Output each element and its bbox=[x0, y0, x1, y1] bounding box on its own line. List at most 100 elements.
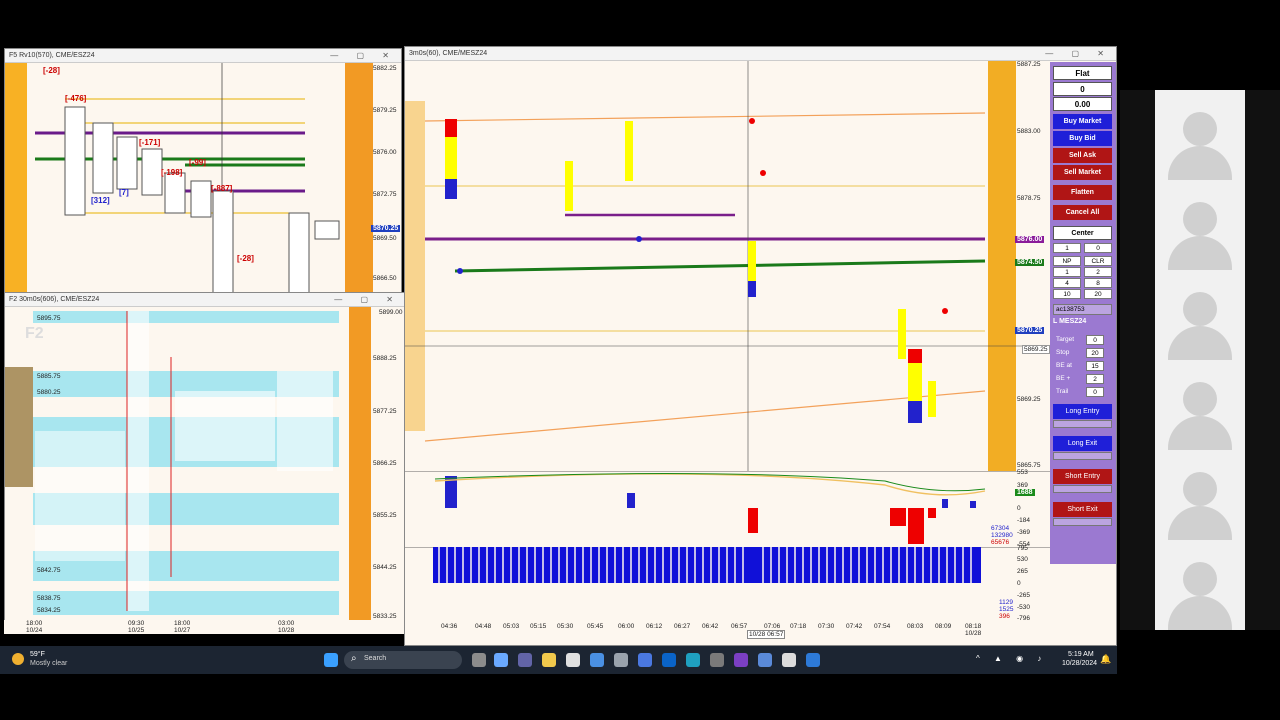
t-0503: 05:03 bbox=[503, 623, 520, 630]
participant-avatar-4 bbox=[1155, 360, 1245, 450]
ind2-scale-4: 0 bbox=[1017, 580, 1021, 587]
fp-price-5: 5869.50 bbox=[373, 235, 397, 242]
main-chart-window[interactable]: 3m0s(60), CME/MESZ24 — ▢ ✕ 5887.25 5883.0… bbox=[404, 46, 1117, 646]
main-titlebar[interactable]: 3m0s(60), CME/MESZ24 — ▢ ✕ bbox=[405, 47, 1116, 61]
ind1-val-4: 65676 bbox=[991, 539, 1010, 546]
clr-button[interactable]: CLR bbox=[1084, 256, 1112, 266]
visual-studio-icon[interactable] bbox=[734, 653, 748, 667]
qty-preset-20[interactable]: 20 bbox=[1084, 289, 1112, 299]
footprint-titlebar[interactable]: F5 Rv10(570), CME/ESZ24 — ▢ ✕ bbox=[5, 49, 401, 63]
np-button[interactable]: NP bbox=[1053, 256, 1081, 266]
profile-titlebar[interactable]: F2 30m0s(606), CME/ESZ24 — ▢ ✕ bbox=[5, 293, 405, 307]
edge-icon[interactable] bbox=[686, 653, 700, 667]
window-controls[interactable]: — ▢ ✕ bbox=[330, 49, 397, 63]
footprint-chart[interactable]: [-28] [-476] [-171] [-198] [-99] [-887] … bbox=[5, 63, 402, 294]
fp-label-2: [-476] bbox=[65, 94, 87, 103]
be-at-input[interactable]: 15 bbox=[1086, 361, 1104, 371]
date-2: 10/25 bbox=[128, 627, 145, 634]
buy-bid-button[interactable]: Buy Bid bbox=[1053, 131, 1112, 146]
app-icon-4[interactable] bbox=[758, 653, 772, 667]
t-0627: 06:27 bbox=[674, 623, 691, 630]
t-0730: 07:30 bbox=[818, 623, 835, 630]
account-value: ac138753 bbox=[1056, 306, 1085, 313]
ind2-val-2: 1525 bbox=[999, 606, 1014, 613]
be-plus-label: BE + bbox=[1056, 375, 1071, 382]
qty-preset-1[interactable]: 1 bbox=[1053, 267, 1081, 277]
short-exit-select[interactable] bbox=[1053, 518, 1112, 526]
fp-price-2: 5879.25 bbox=[373, 107, 397, 114]
time-1: 18:00 bbox=[26, 620, 43, 627]
target-input[interactable]: 0 bbox=[1086, 335, 1104, 345]
t-0612: 06:12 bbox=[646, 623, 663, 630]
window-title: F5 Rv10(570), CME/ESZ24 bbox=[9, 52, 95, 59]
main-candle-chart[interactable] bbox=[405, 61, 1051, 471]
ind2-val-1: 1129 bbox=[999, 599, 1013, 606]
mail-icon[interactable] bbox=[590, 653, 604, 667]
buy-market-button[interactable]: Buy Market bbox=[1053, 114, 1112, 129]
stop-input[interactable]: 20 bbox=[1086, 348, 1104, 358]
teams-icon[interactable] bbox=[518, 653, 532, 667]
center-button[interactable]: Center bbox=[1053, 226, 1112, 240]
qty-preset-10[interactable]: 10 bbox=[1053, 289, 1081, 299]
delta-indicator-pane[interactable] bbox=[405, 471, 1051, 547]
search-icon: ⌕ bbox=[351, 653, 357, 664]
qty-input[interactable]: 1 bbox=[1053, 243, 1081, 253]
qty-input-2[interactable]: 0 bbox=[1084, 243, 1112, 253]
profile-price-4: 5866.25 bbox=[373, 460, 397, 467]
weather-icon[interactable] bbox=[12, 653, 24, 665]
short-entry-select[interactable] bbox=[1053, 485, 1112, 493]
task-view-icon[interactable] bbox=[472, 653, 486, 667]
window-controls[interactable]: — ▢ ✕ bbox=[1045, 47, 1112, 61]
sell-ask-button[interactable]: Sell Ask bbox=[1053, 148, 1112, 163]
system-tray-icons[interactable]: ^ ▲ ◉ ♪ bbox=[976, 654, 1047, 663]
long-entry-button[interactable]: Long Entry bbox=[1053, 404, 1112, 419]
cancel-all-button[interactable]: Cancel All bbox=[1053, 205, 1112, 220]
short-exit-button[interactable]: Short Exit bbox=[1053, 502, 1112, 517]
long-entry-select[interactable] bbox=[1053, 420, 1112, 428]
app-icon-6[interactable] bbox=[806, 653, 820, 667]
window-controls[interactable]: — ▢ ✕ bbox=[334, 293, 401, 307]
long-exit-button[interactable]: Long Exit bbox=[1053, 436, 1112, 451]
profile-price-2: 5888.25 bbox=[373, 355, 397, 362]
qty-preset-4[interactable]: 4 bbox=[1053, 278, 1081, 288]
sell-market-button[interactable]: Sell Market bbox=[1053, 165, 1112, 180]
profile-price-6: 5844.25 bbox=[373, 564, 397, 571]
short-entry-button[interactable]: Short Entry bbox=[1053, 469, 1112, 484]
footprint-window[interactable]: F5 Rv10(570), CME/ESZ24 — ▢ ✕ [-28] [-476… bbox=[4, 48, 402, 294]
trail-input[interactable]: 0 bbox=[1086, 387, 1104, 397]
clock-time[interactable]: 5:19 AM bbox=[1068, 651, 1094, 658]
windows-taskbar: 59°F Mostly clear ⌕ Search ^ ▲ ◉ ♪ 5:19 … bbox=[0, 646, 1117, 674]
ind1-scale-6: -369 bbox=[1017, 529, 1031, 536]
app-icon-3[interactable] bbox=[710, 653, 724, 667]
start-icon[interactable] bbox=[324, 653, 338, 667]
weather-temp[interactable]: 59°F bbox=[30, 651, 45, 658]
fp-label-1: [-28] bbox=[43, 66, 60, 75]
notification-icon[interactable]: 🔔 bbox=[1100, 654, 1111, 665]
taskbar-search[interactable]: ⌕ Search bbox=[344, 651, 462, 669]
fp-label-5: [-99] bbox=[189, 158, 206, 167]
volume-indicator-pane[interactable] bbox=[405, 547, 1051, 623]
qty-preset-2[interactable]: 2 bbox=[1084, 267, 1112, 277]
app-icon-1[interactable] bbox=[614, 653, 628, 667]
profile-window[interactable]: F2 30m0s(606), CME/ESZ24 — ▢ ✕ F2 5895.75… bbox=[4, 292, 406, 622]
outlook-icon[interactable] bbox=[662, 653, 676, 667]
flatten-button[interactable]: Flatten bbox=[1053, 185, 1112, 200]
t-0436: 04:36 bbox=[441, 623, 458, 630]
ind1-val-2: 67304 bbox=[991, 525, 1010, 532]
weather-text[interactable]: Mostly clear bbox=[30, 660, 67, 667]
app-icon-2[interactable] bbox=[638, 653, 652, 667]
qty-preset-8[interactable]: 8 bbox=[1084, 278, 1112, 288]
fp-label-7: [312] bbox=[91, 196, 110, 205]
long-exit-select[interactable] bbox=[1053, 452, 1112, 460]
t-0515: 05:15 bbox=[530, 623, 547, 630]
store-icon[interactable] bbox=[566, 653, 580, 667]
file-explorer-icon[interactable] bbox=[542, 653, 556, 667]
tpo-profile-chart[interactable] bbox=[5, 307, 406, 622]
copilot-icon[interactable] bbox=[494, 653, 508, 667]
ind2-scale-5: -265 bbox=[1017, 592, 1031, 599]
account-select[interactable]: ac138753 bbox=[1053, 304, 1112, 315]
clock-date[interactable]: 10/28/2024 bbox=[1062, 660, 1097, 667]
be-plus-input[interactable]: 2 bbox=[1086, 374, 1104, 384]
fp-label-9: [-28] bbox=[237, 254, 254, 263]
app-icon-5[interactable] bbox=[782, 653, 796, 667]
